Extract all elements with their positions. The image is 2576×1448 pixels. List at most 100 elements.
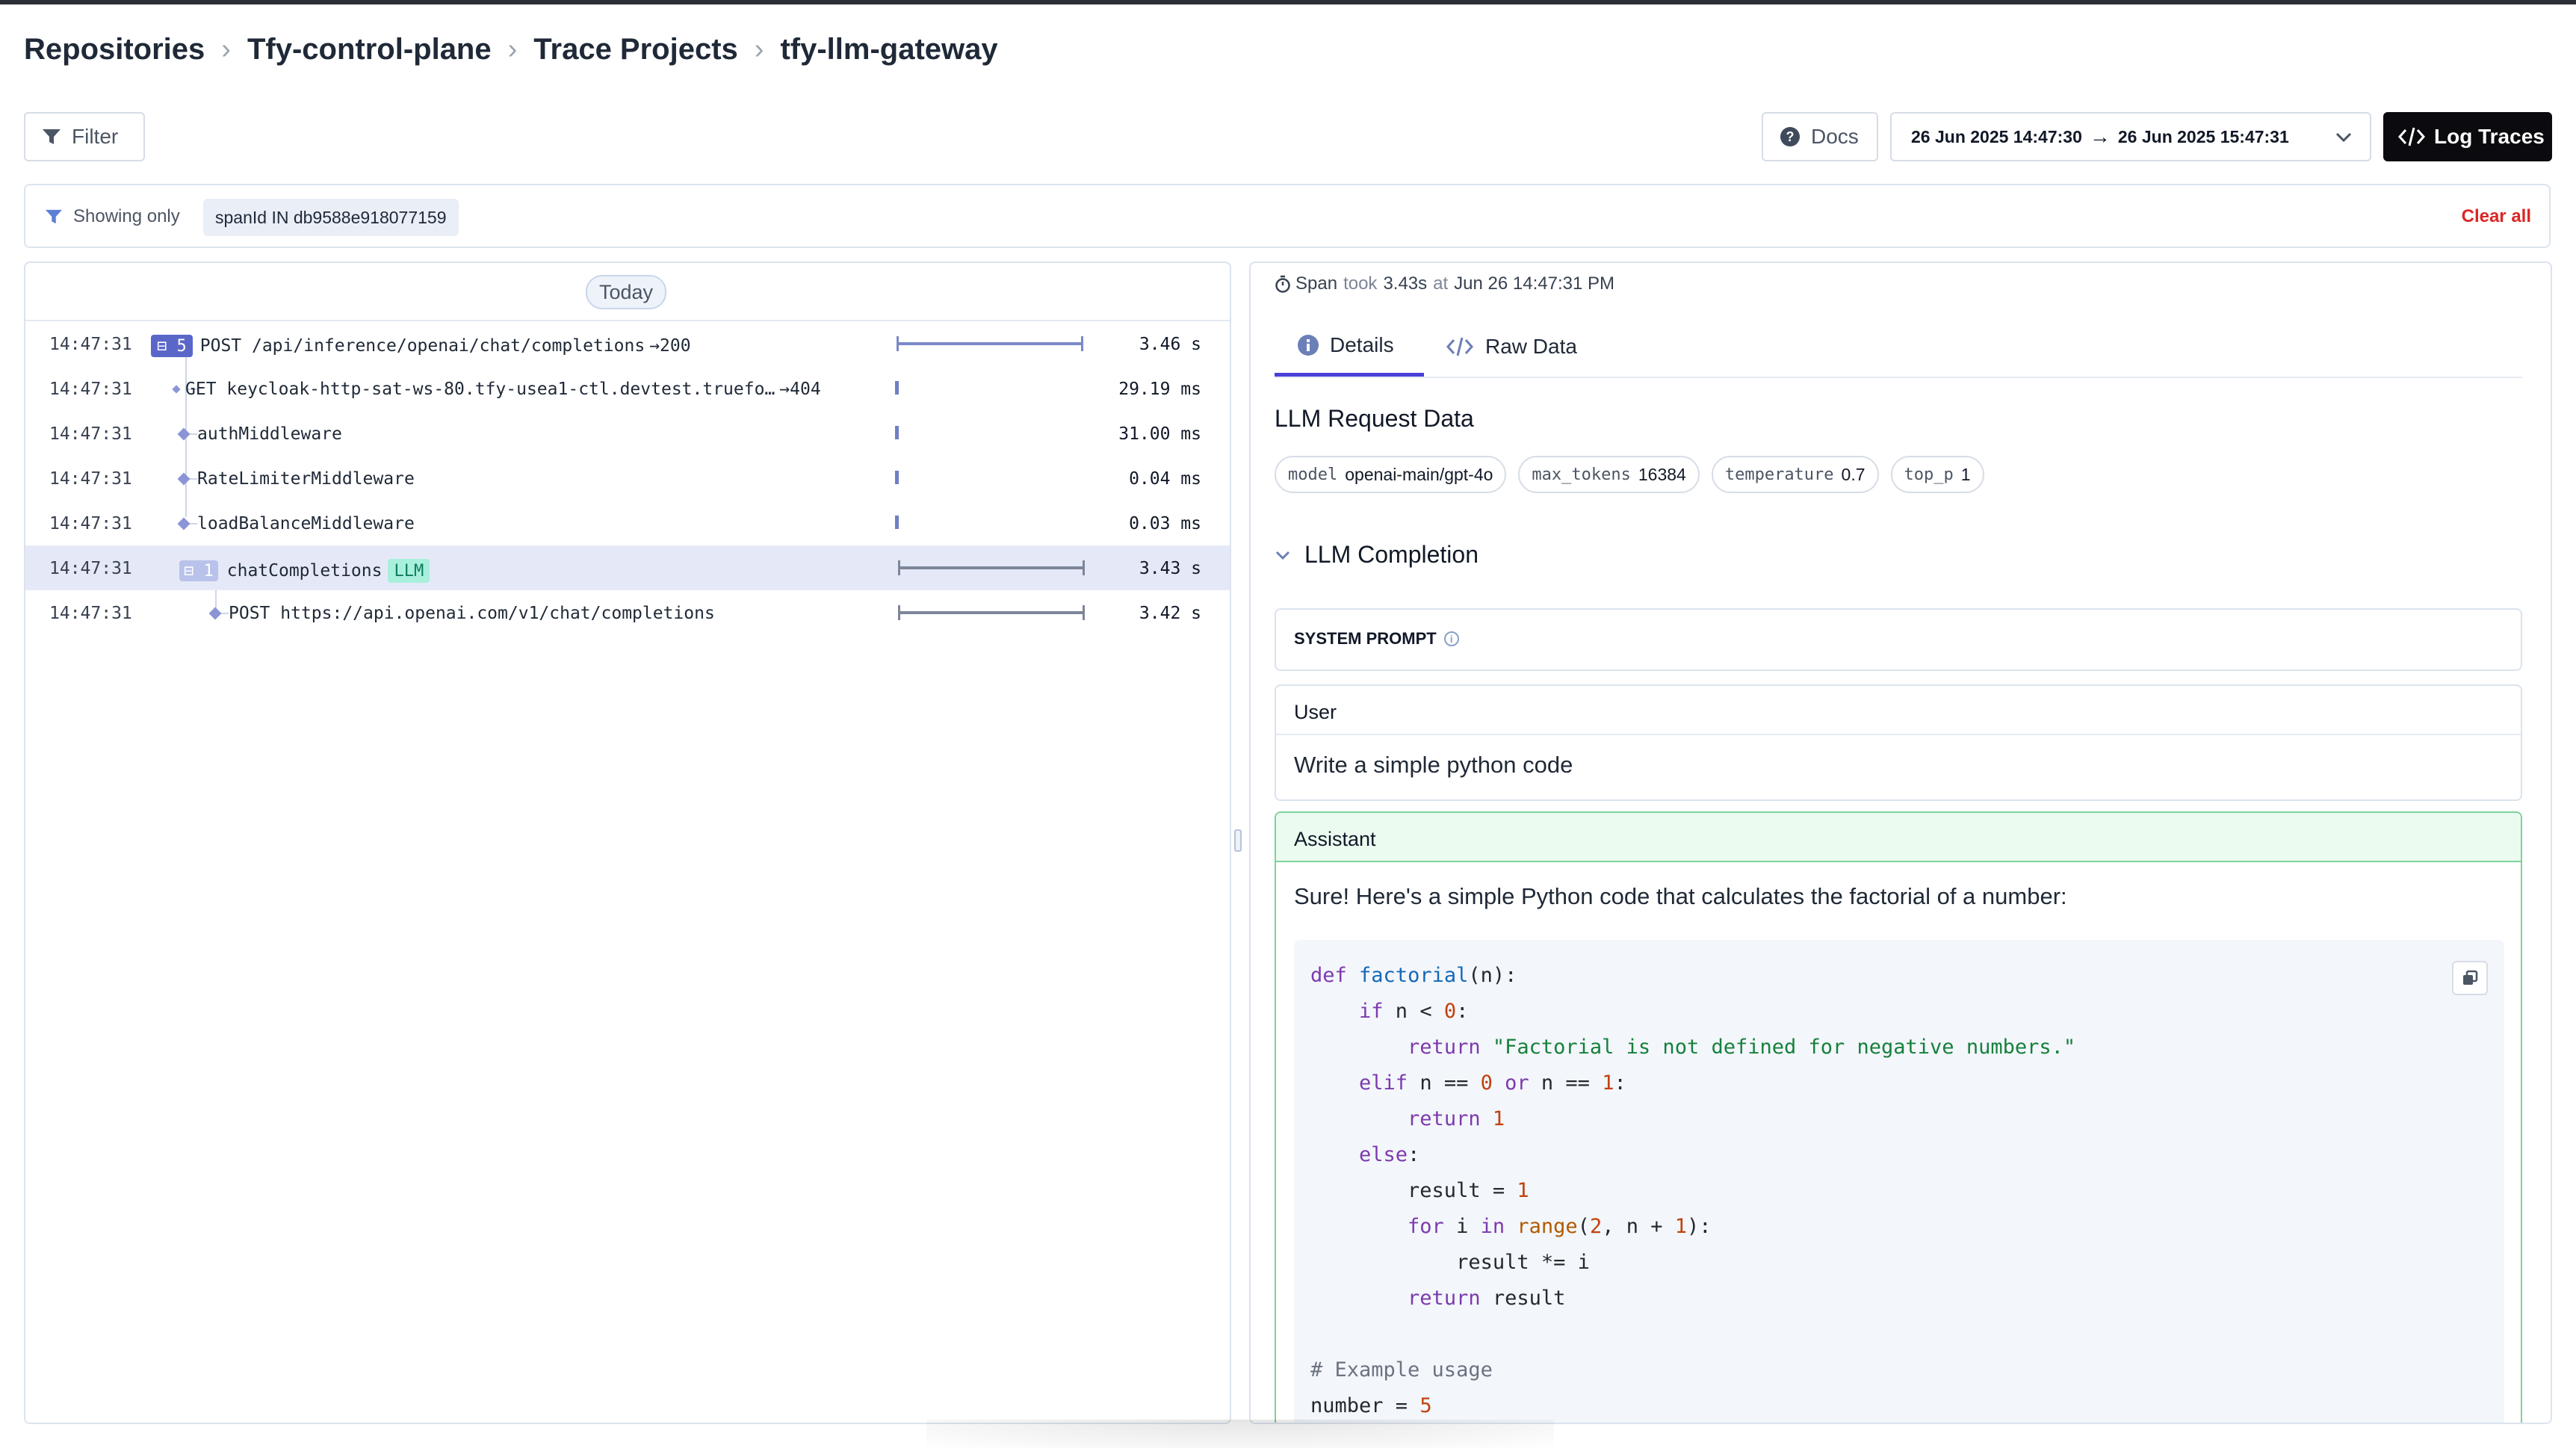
row-time: 14:47:31 [49, 380, 132, 399]
chevron-right-icon: › [754, 33, 764, 65]
row-duration: 31.00 ms [1118, 424, 1201, 444]
duration-bar [898, 605, 1085, 620]
param-value: 1 [1960, 464, 1971, 484]
panel-resize-handle[interactable] [1234, 829, 1242, 852]
collapse-badge[interactable]: ⊟ 5 [151, 335, 193, 357]
span-diamond-icon [177, 427, 191, 441]
user-message-header: User [1276, 686, 2521, 735]
log-traces-label: Log Traces [2434, 125, 2545, 148]
request-params: model openai-main/gpt-4o max_tokens 1638… [1275, 456, 1996, 493]
info-icon[interactable]: i [1443, 631, 1459, 646]
row-name: loadBalanceMiddleware [177, 514, 415, 533]
filter-button[interactable]: Filter [24, 112, 145, 161]
tab-details-label: Details [1330, 332, 1394, 356]
llm-tag: LLM [388, 559, 430, 583]
span-name: chatCompletions [226, 561, 383, 581]
span-diamond-icon [177, 517, 191, 530]
active-filters-bar: Showing only spanId IN db9588e918077159 … [24, 184, 2551, 248]
svg-text:?: ? [1786, 129, 1795, 144]
span-summary: Span took 3.43s at Jun 26 14:47:31 PM [1275, 273, 1620, 294]
trace-row[interactable]: 14:47:31 RateLimiterMiddleware 0.04 ms [25, 456, 1230, 501]
user-role-label: User [1294, 701, 1337, 723]
code-icon [1446, 337, 1474, 356]
chevron-down-icon [2335, 132, 2352, 143]
span-name: GET keycloak-http-sat-ws-80.tfy-usea1-ct… [185, 380, 775, 399]
breadcrumb: Repositories › Tfy-control-plane › Trace… [24, 28, 998, 70]
status-code: 200 [660, 336, 691, 356]
showing-only: Showing only [45, 206, 180, 227]
row-name: ⊟ 5 POST /api/inference/openai/chat/comp… [151, 335, 691, 357]
row-time: 14:47:31 [49, 469, 132, 489]
row-time: 14:47:31 [49, 424, 132, 444]
span-name: RateLimiterMiddleware [197, 469, 415, 489]
duration-bar [897, 336, 1083, 351]
trace-row[interactable]: 14:47:31 loadBalanceMiddleware 0.03 ms [25, 501, 1230, 545]
date-from: 26 Jun 2025 14:47:30 [1911, 126, 2082, 146]
help-icon: ? [1780, 127, 1800, 146]
collapse-badge[interactable]: ⊟ 1 [179, 560, 218, 581]
duration-bar [895, 381, 899, 395]
duration-bar [895, 471, 899, 484]
docs-button[interactable]: ? Docs [1762, 112, 1878, 161]
trace-row[interactable]: 14:47:31 ⊟ 5 POST /api/inference/openai/… [25, 321, 1230, 366]
param-value: 0.7 [1841, 464, 1866, 484]
tab-raw-data[interactable]: Raw Data [1445, 317, 1609, 377]
code-block: def factorial(n): if n < 0: return "Fact… [1294, 940, 2504, 1423]
row-name: POST https://api.openai.com/v1/chat/comp… [208, 604, 715, 623]
row-duration: 0.04 ms [1129, 469, 1201, 489]
docs-button-label: Docs [1811, 125, 1859, 148]
trace-tree-panel: Today 14:47:31 ⊟ 5 POST /api/inference/o… [24, 262, 1231, 1424]
system-prompt-text: SYSTEM PROMPT [1294, 629, 1437, 648]
completion-section-toggle[interactable]: LLM Completion [1275, 541, 1479, 569]
assistant-intro-text: Sure! Here's a simple Python code that c… [1294, 883, 2067, 909]
at-label: at [1433, 273, 1449, 294]
param-pill-top-p: top_p 1 [1890, 456, 1984, 493]
duration-bar [895, 516, 899, 529]
arrow-right-icon: → [779, 380, 790, 399]
breadcrumb-control-plane[interactable]: Tfy-control-plane [247, 33, 492, 66]
date-group-label: Today [586, 275, 667, 309]
param-pill-model: model openai-main/gpt-4o [1275, 456, 1507, 493]
assistant-message-box: Assistant Sure! Here's a simple Python c… [1275, 811, 2522, 1423]
took-label: took [1343, 273, 1378, 294]
span-diamond-icon [177, 472, 191, 486]
arrow-right-icon: → [649, 336, 660, 356]
param-pill-temperature: temperature 0.7 [1711, 456, 1879, 493]
arrow-right-icon: → [2089, 125, 2111, 148]
bottom-shadow [926, 1420, 1554, 1448]
child-count: 1 [203, 561, 214, 581]
param-key: max_tokens [1532, 465, 1631, 484]
copy-button[interactable] [2452, 961, 2488, 995]
span-name: authMiddleware [197, 424, 342, 444]
clear-all-button[interactable]: Clear all [2462, 206, 2531, 227]
row-duration: 0.03 ms [1129, 514, 1201, 533]
span-details-panel: Span took 3.43s at Jun 26 14:47:31 PM De… [1249, 262, 2552, 1424]
row-time: 14:47:31 [49, 604, 132, 623]
assistant-role-label: Assistant [1294, 828, 1376, 850]
code-content: def factorial(n): if n < 0: return "Fact… [1310, 964, 2076, 1417]
date-range-picker[interactable]: 26 Jun 2025 14:47:30 → 26 Jun 2025 15:47… [1890, 112, 2371, 161]
trace-row-selected[interactable]: 14:47:31 ⊟ 1 chatCompletions LLM 3.43 s [25, 545, 1230, 590]
log-traces-button[interactable]: Log Traces [2383, 112, 2552, 161]
child-count: 5 [176, 336, 187, 356]
row-time: 14:47:31 [49, 559, 132, 578]
row-time: 14:47:31 [49, 335, 132, 354]
tab-details[interactable]: Details [1275, 317, 1424, 377]
detail-tabs: Details Raw Data [1275, 317, 2522, 378]
breadcrumb-repositories[interactable]: Repositories [24, 33, 205, 66]
filter-button-label: Filter [72, 125, 119, 148]
param-key: model [1288, 465, 1338, 484]
date-to: 26 Jun 2025 15:47:31 [2117, 126, 2289, 146]
row-time: 14:47:31 [49, 514, 132, 533]
trace-row[interactable]: 14:47:31 GET keycloak-http-sat-ws-80.tfy… [25, 366, 1230, 411]
span-label: Span [1295, 273, 1338, 294]
filter-chip[interactable]: spanId IN db9588e918077159 [203, 199, 459, 236]
trace-row[interactable]: 14:47:31 POST https://api.openai.com/v1/… [25, 590, 1230, 635]
breadcrumb-trace-projects[interactable]: Trace Projects [533, 33, 738, 66]
span-diamond-icon [208, 607, 222, 620]
user-message-box: User Write a simple python code [1275, 684, 2522, 801]
chevron-right-icon: › [507, 33, 518, 65]
trace-row[interactable]: 14:47:31 authMiddleware 31.00 ms [25, 411, 1230, 456]
duration-bar [895, 426, 899, 439]
system-prompt-box[interactable]: SYSTEM PROMPT i [1275, 608, 2522, 671]
